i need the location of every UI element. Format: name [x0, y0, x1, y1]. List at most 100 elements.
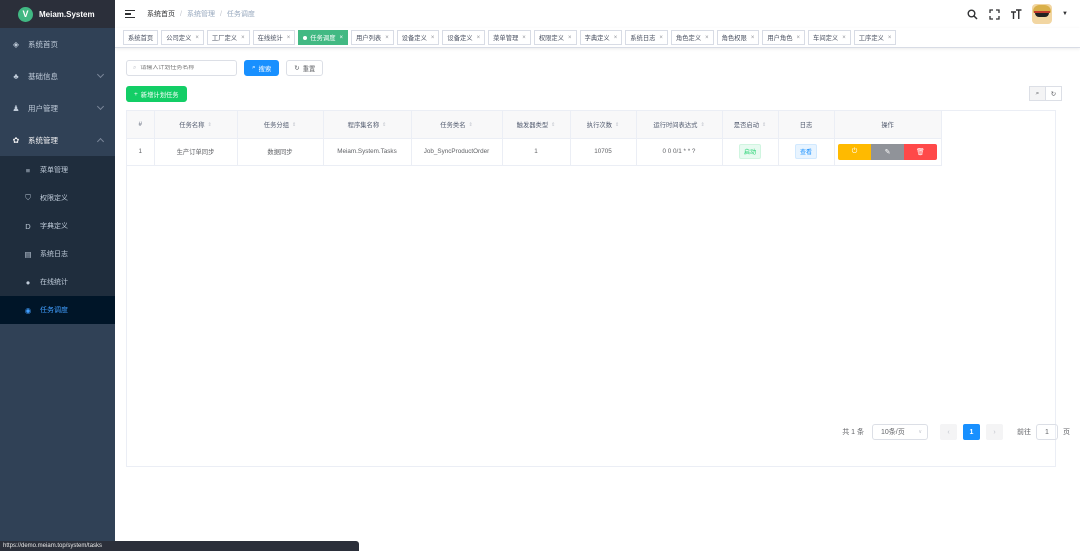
tag-system-log[interactable]: 系统日志 ×: [625, 30, 668, 45]
tag-device-2[interactable]: 设备定义 ×: [442, 30, 486, 45]
sort-icon[interactable]: ⇕: [382, 122, 386, 127]
tag-workshop[interactable]: 车间定义 ×: [808, 30, 851, 45]
tag-permission[interactable]: 权限定义 ×: [533, 30, 577, 45]
sort-icon[interactable]: ⇕: [615, 122, 619, 127]
goto-page-input[interactable]: 1: [1036, 424, 1058, 440]
sort-icon[interactable]: ⇕: [700, 122, 704, 127]
avatar[interactable]: [1032, 4, 1053, 24]
search-button[interactable]: ⌕ 搜索: [244, 60, 280, 76]
app-root: V Meiam.System ◈ 系统首页 ♣ 基础信息 ♟ 用户管理 ✿ 系统…: [0, 0, 1080, 551]
tag-menu[interactable]: 菜单管理 ×: [488, 30, 531, 45]
tag-label: 任务调度: [310, 35, 336, 42]
tag-device[interactable]: 设备定义 ×: [396, 30, 440, 45]
tag-home[interactable]: 系统首页: [123, 30, 159, 45]
next-page-button[interactable]: ›: [986, 424, 1003, 440]
column-header-cron[interactable]: 运行时间表达式 ⇕: [636, 111, 723, 139]
breadcrumb-system: 系统管理: [186, 11, 215, 18]
fullscreen-icon[interactable]: [988, 8, 1000, 20]
close-icon[interactable]: ×: [659, 35, 663, 41]
list-icon: ≡: [25, 165, 31, 175]
tag-label: 字典定义: [584, 35, 610, 42]
sort-icon[interactable]: ⇕: [762, 122, 766, 127]
close-icon[interactable]: ×: [195, 35, 199, 41]
column-header-trigger-type[interactable]: 触发器类型 ⇕: [502, 111, 571, 139]
tag-role-permission[interactable]: 角色权限 ×: [716, 30, 760, 45]
close-icon[interactable]: ×: [431, 35, 435, 41]
refresh-button[interactable]: ↻: [1045, 86, 1062, 101]
close-icon[interactable]: ×: [522, 35, 526, 41]
sort-icon[interactable]: ⇕: [292, 122, 296, 127]
close-icon[interactable]: ×: [287, 35, 291, 41]
chevron-down-icon: [96, 70, 105, 79]
close-icon[interactable]: ×: [614, 35, 618, 41]
view-log-button[interactable]: 查看: [794, 144, 817, 159]
sidebar-item-dictionary[interactable]: D 字典定义: [0, 212, 115, 240]
sidebar-item-task-scheduling[interactable]: ◉ 任务调度: [0, 296, 115, 324]
sort-icon[interactable]: ⇕: [468, 122, 472, 127]
tag-user-role[interactable]: 用户角色 ×: [762, 30, 806, 45]
add-task-button[interactable]: + 新增计划任务: [126, 86, 187, 102]
column-label: 日志: [799, 121, 813, 129]
tag-user-list[interactable]: 用户列表 ×: [351, 30, 394, 45]
sidebar-item-user-management[interactable]: ♟ 用户管理: [0, 92, 115, 124]
column-header-task-group[interactable]: 任务分组 ⇕: [237, 111, 324, 139]
sort-icon[interactable]: ⇕: [551, 122, 555, 127]
toggle-search-button[interactable]: ⌕: [1029, 86, 1046, 101]
column-header-log: 日志: [778, 111, 835, 139]
close-icon[interactable]: ×: [797, 35, 801, 41]
tag-label: 设备定义: [401, 35, 427, 42]
column-label: 任务分组: [263, 121, 289, 129]
tag-factory[interactable]: 工厂定义 ×: [206, 30, 250, 45]
sidebar-item-menu-management[interactable]: ≡ 菜单管理: [0, 156, 115, 184]
tag-online-stats[interactable]: 在线统计 ×: [252, 30, 296, 45]
sidebar-item-system-log[interactable]: ▤ 系统日志: [0, 240, 115, 268]
close-icon[interactable]: ×: [842, 35, 846, 41]
search-input[interactable]: [140, 65, 231, 71]
sidebar-item-system-management[interactable]: ✿ 系统管理: [0, 124, 115, 156]
close-icon[interactable]: ×: [705, 35, 709, 41]
search-icon: ⌕: [252, 64, 256, 71]
tag-role[interactable]: 角色定义 ×: [670, 30, 714, 45]
column-header-status[interactable]: 是否启动 ⇕: [722, 111, 779, 139]
submenu-system: ≡ 菜单管理 ⛉ 权限定义 D 字典定义 ▤ 系统日志 ● 在线统计 ◉ 任务调…: [0, 156, 115, 324]
page-number-current[interactable]: 1: [963, 424, 980, 440]
column-header-task-name[interactable]: 任务名称 ⇕: [154, 111, 238, 139]
tag-company[interactable]: 公司定义 ×: [161, 30, 204, 45]
page-size-select[interactable]: 10条/页 ∨: [872, 424, 928, 440]
column-header-assembly[interactable]: 程序集名称 ⇕: [323, 111, 412, 139]
edit-button[interactable]: ✎: [871, 143, 904, 160]
caret-down-icon[interactable]: ▼: [1062, 11, 1068, 17]
breadcrumb-home[interactable]: 系统首页: [147, 9, 175, 19]
delete-button[interactable]: 🗑: [904, 143, 937, 160]
column-header-run-count[interactable]: 执行次数 ⇕: [570, 111, 637, 139]
reset-button[interactable]: ↻ 重置: [286, 60, 324, 76]
tag-label: 车间定义: [813, 35, 839, 42]
close-icon[interactable]: ×: [751, 35, 755, 41]
search-icon[interactable]: [966, 8, 978, 20]
sidebar-item-basic-info[interactable]: ♣ 基础信息: [0, 60, 115, 92]
sort-icon[interactable]: ⇕: [207, 122, 211, 127]
prev-page-button[interactable]: ‹: [940, 424, 957, 440]
close-icon[interactable]: ×: [888, 35, 892, 41]
tag-dictionary[interactable]: 字典定义 ×: [579, 30, 623, 45]
sidebar-item-home[interactable]: ◈ 系统首页: [0, 28, 115, 60]
column-header-class-name[interactable]: 任务类名 ⇕: [411, 111, 503, 139]
add-task-label: 新增计划任务: [140, 91, 179, 99]
logo[interactable]: V Meiam.System: [0, 0, 115, 28]
tag-process[interactable]: 工序定义 ×: [853, 30, 897, 45]
sidebar-item-label: 基础信息: [28, 71, 58, 81]
font-size-icon[interactable]: [1010, 8, 1022, 20]
tag-task-scheduling[interactable]: 任务调度 ×: [298, 30, 348, 45]
close-icon[interactable]: ×: [339, 35, 343, 41]
chevron-left-icon: ‹: [947, 428, 950, 436]
sidebar-item-permission[interactable]: ⛉ 权限定义: [0, 184, 115, 212]
chevron-right-icon: ›: [993, 428, 996, 436]
close-icon[interactable]: ×: [568, 35, 572, 41]
search-field[interactable]: ⌕: [126, 60, 237, 76]
sidebar-item-online-stats[interactable]: ● 在线统计: [0, 268, 115, 296]
close-icon[interactable]: ×: [241, 35, 245, 41]
close-icon[interactable]: ×: [477, 35, 481, 41]
close-icon[interactable]: ×: [385, 35, 389, 41]
start-stop-button[interactable]: ⏻: [838, 143, 871, 160]
hamburger-icon[interactable]: [125, 10, 135, 18]
